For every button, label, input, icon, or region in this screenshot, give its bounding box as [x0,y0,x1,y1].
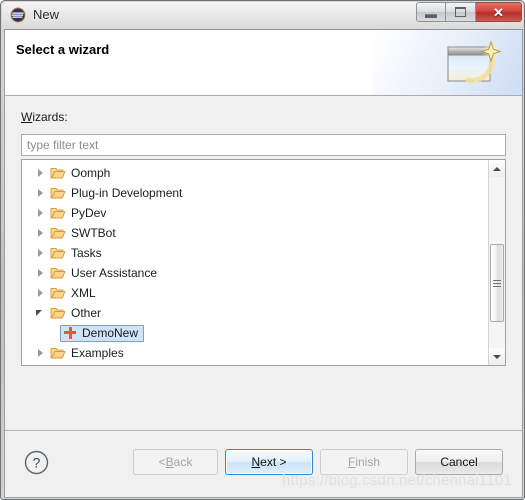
title-bar-left: New [10,5,59,25]
minimize-icon [425,13,437,18]
search-input[interactable] [22,136,505,154]
tree-item-label: Other [71,306,102,320]
finish-button[interactable]: Finish [320,449,408,475]
next-button-mnemonic: N [251,455,261,469]
wizard-banner: Select a wizard [5,30,522,96]
back-button-prefix: < [158,455,166,469]
chevron-right-icon[interactable] [34,266,48,280]
tree-item-xml[interactable]: XML [22,283,488,303]
chevron-right-icon[interactable] [34,206,48,220]
tree-item-label: DemoNew [82,326,139,340]
next-button-label: ext > [260,455,287,469]
folder-icon [50,266,66,280]
tree-item-label: Examples [71,346,124,360]
help-question-icon[interactable]: ? [24,450,49,475]
folder-icon [50,306,66,320]
tree-item-demonew[interactable]: DemoNew [22,323,488,343]
tree-item-other[interactable]: Other [22,303,488,323]
scroll-up-icon[interactable] [489,160,505,177]
maximize-button[interactable] [446,2,476,22]
folder-icon [50,346,66,360]
tree-item-swtbot[interactable]: SWTBot [22,223,488,243]
next-button[interactable]: Next > [225,449,313,475]
dialog-client-area: Select a wizard Wizards: type filter tex… [4,29,523,498]
cancel-button[interactable]: Cancel [415,449,503,475]
tree-item-tasks[interactable]: Tasks [22,243,488,263]
tree-item-list: Oomph Plug-in Development PyDev SWTBot T… [22,163,488,363]
tree-item-pydev[interactable]: PyDev [22,203,488,223]
tree-item-label: Tasks [71,246,102,260]
folder-icon [50,186,66,200]
folder-icon [50,226,66,240]
close-icon: ✕ [493,4,504,20]
close-button[interactable]: ✕ [476,2,522,22]
tree-item-label: SWTBot [71,226,116,240]
folder-icon [50,246,66,260]
tree-item-label: User Assistance [71,266,158,280]
dialog-window: New ✕ Select a wizard Wizards: type filt… [0,0,525,500]
scrollbar-grip-icon [493,279,501,287]
chevron-down-icon[interactable] [34,306,48,320]
back-button-mnemonic: B [165,455,174,469]
tree-item-selection: DemoNew [60,324,145,342]
svg-text:?: ? [33,455,41,471]
window-controls: ✕ [416,2,522,23]
chevron-right-icon[interactable] [34,346,48,360]
wizards-label-mnemonic: W [21,110,33,124]
tree-item-label: Plug-in Development [71,186,183,200]
finish-button-mnemonic: F [347,455,356,469]
dialog-body: Wizards: Oomph [5,97,522,431]
title-bar[interactable]: New ✕ [1,1,525,29]
chevron-right-icon[interactable] [34,226,48,240]
back-button-label: ack [173,455,193,469]
wizard-tree[interactable]: Oomph Plug-in Development PyDev SWTBot T… [21,159,506,366]
chevron-right-icon[interactable] [34,286,48,300]
tree-item-oomph[interactable]: Oomph [22,163,488,183]
back-button[interactable]: < Back [133,449,218,475]
plus-icon [63,326,77,340]
scroll-down-icon[interactable] [489,348,505,365]
folder-icon [50,166,66,180]
wizards-label: Wizards: [21,110,68,124]
tree-item-user-assistance[interactable]: User Assistance [22,263,488,283]
minimize-button[interactable] [416,2,446,22]
maximize-icon [455,7,466,17]
page-title: Select a wizard [16,42,110,57]
eclipse-icon [10,7,26,23]
folder-icon [50,286,66,300]
tree-scrollbar[interactable] [488,160,505,365]
cancel-button-label: Cancel [440,455,478,469]
scrollbar-thumb[interactable] [490,244,504,322]
dialog-button-bar: ? < Back Next > Finish Cancel [5,430,522,497]
tree-item-plug-in-development[interactable]: Plug-in Development [22,183,488,203]
chevron-right-icon[interactable] [34,166,48,180]
filter-text-box[interactable] [21,134,506,156]
window-title: New [33,7,60,22]
tree-item-examples[interactable]: Examples [22,343,488,363]
finish-button-label: inish [355,455,381,469]
wizards-label-rest: izards: [32,110,68,124]
wizard-sparkle-icon [446,40,504,88]
folder-icon [50,206,66,220]
tree-item-label: XML [71,286,96,300]
tree-item-label: Oomph [71,166,111,180]
tree-item-label: PyDev [71,206,107,220]
chevron-right-icon[interactable] [34,186,48,200]
chevron-right-icon[interactable] [34,246,48,260]
